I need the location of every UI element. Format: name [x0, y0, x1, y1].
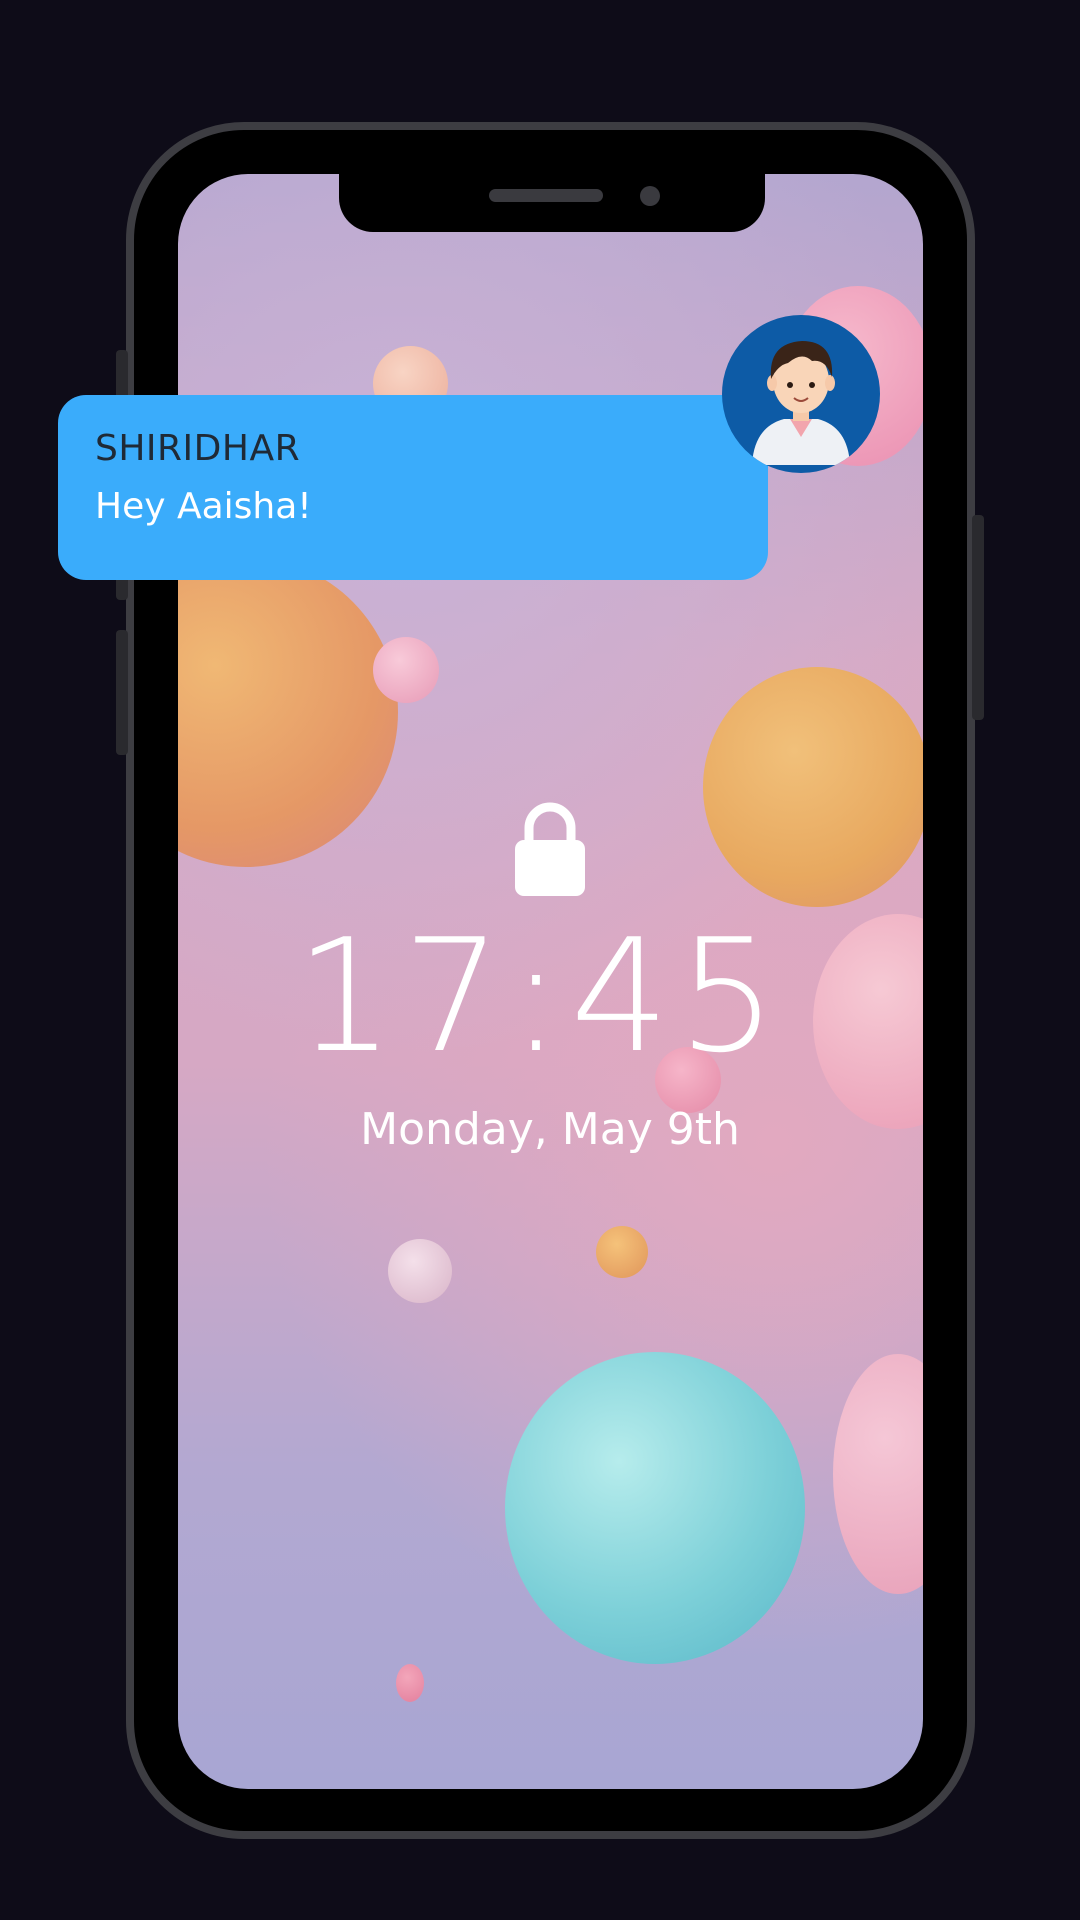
planet [373, 637, 439, 703]
planet [396, 1664, 424, 1702]
planet [505, 1352, 805, 1664]
clock-time: 17:45 [295, 905, 785, 1087]
power-button [972, 515, 984, 720]
notification-sender: SHIRIDHAR [95, 428, 301, 469]
notch [339, 174, 765, 232]
planet [703, 667, 923, 907]
lock-icon [515, 802, 585, 896]
notification-message: Hey Aaisha! [95, 486, 312, 527]
avatar[interactable] [722, 315, 880, 473]
front-camera [640, 186, 660, 206]
person-avatar-icon [752, 341, 850, 465]
planet [596, 1226, 648, 1278]
planet [833, 1354, 923, 1594]
speaker-grille [489, 189, 603, 202]
clock-date: Monday, May 9th [360, 1104, 740, 1155]
message-notification[interactable]: SHIRIDHAR Hey Aaisha! [58, 395, 768, 580]
mute-switch [116, 630, 128, 755]
planet [388, 1239, 452, 1303]
planet [178, 557, 398, 867]
